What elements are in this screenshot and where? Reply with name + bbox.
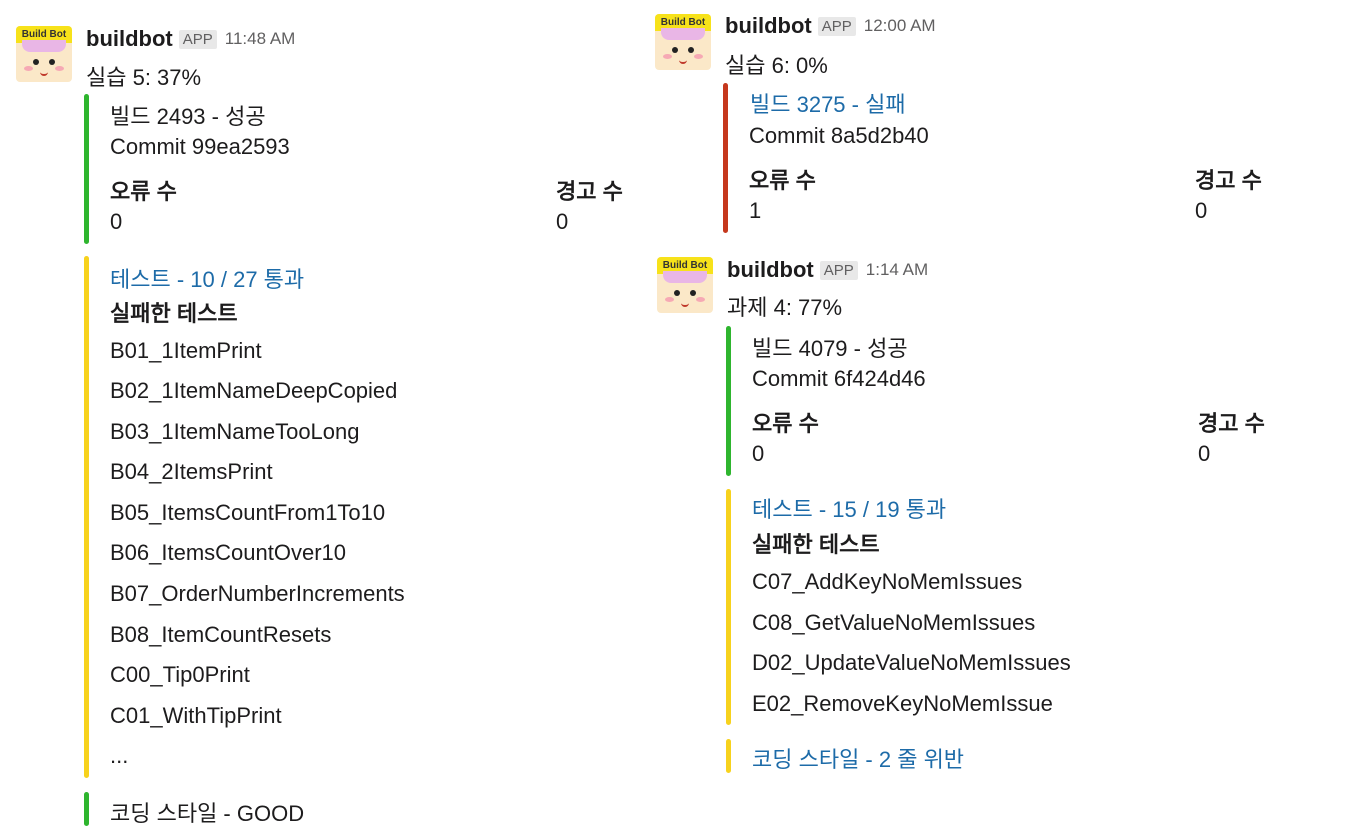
status-bar (726, 489, 731, 725)
errors-label: 오류 수 (752, 411, 819, 436)
app-badge: APP (819, 260, 858, 280)
build-attachment: 빌드 3275 - 실패 Commit 8a5d2b40 오류 수 1 경고 수… (723, 83, 1293, 233)
failed-test: D02_UpdateValueNoMemIssues (752, 650, 1071, 675)
tests-attachment: 테스트 - 10 / 27 통과 실패한 테스트 B01_1ItemPrint … (84, 256, 484, 778)
failed-test: C07_AddKeyNoMemIssues (752, 569, 1023, 594)
failed-test: B07_OrderNumberIncrements (110, 581, 405, 606)
failed-test: B06_ItemsCountOver10 (110, 540, 347, 565)
build-title: 빌드 2493 - 성공 (110, 104, 266, 129)
status-bar (726, 739, 731, 773)
message-summary: 실습 5: 37% (86, 65, 202, 90)
build-title: 빌드 4079 - 성공 (752, 336, 908, 361)
failed-test-ellipsis: ... (110, 743, 129, 768)
failed-test: C00_Tip0Print (110, 662, 250, 687)
errors-label: 오류 수 (749, 168, 816, 193)
buildbot-avatar[interactable]: Build Bot (655, 14, 711, 70)
failed-tests-label: 실패한 테스트 (110, 301, 238, 326)
status-bar (723, 83, 728, 233)
status-bar (84, 94, 89, 244)
warnings-label: 경고 수 (1198, 411, 1265, 436)
commit-hash: Commit 8a5d2b40 (749, 123, 929, 148)
failed-test: E02_RemoveKeyNoMemIssue (752, 691, 1053, 716)
errors-value: 0 (752, 441, 765, 466)
failed-test: C01_WithTipPrint (110, 703, 282, 728)
app-badge: APP (817, 16, 856, 36)
timestamp[interactable]: 12:00 AM (864, 16, 936, 35)
style-title-link[interactable]: 코딩 스타일 - 2 줄 위반 (752, 742, 964, 774)
style-attachment: 코딩 스타일 - 2 줄 위반 (726, 739, 1126, 773)
failed-tests-label: 실패한 테스트 (752, 532, 880, 557)
buildbot-avatar[interactable]: Build Bot (657, 257, 713, 313)
warnings-label: 경고 수 (556, 179, 623, 204)
failed-test: B01_1ItemPrint (110, 338, 262, 363)
warnings-label: 경고 수 (1195, 168, 1262, 193)
buildbot-avatar[interactable]: Build Bot (16, 26, 72, 82)
failed-test: B05_ItemsCountFrom1To10 (110, 500, 386, 525)
failed-test: B08_ItemCountResets (110, 622, 332, 647)
tests-title-link[interactable]: 테스트 - 15 / 19 통과 (752, 492, 946, 524)
status-bar (726, 326, 731, 476)
commit-hash: Commit 6f424d46 (752, 366, 926, 391)
message-summary: 실습 6: 0% (725, 53, 828, 78)
errors-value: 0 (110, 209, 123, 234)
warnings-value: 0 (1198, 441, 1211, 466)
style-attachment: 코딩 스타일 - GOOD (84, 792, 484, 826)
errors-value: 1 (749, 198, 762, 223)
commit-hash: Commit 99ea2593 (110, 134, 290, 159)
bot-name[interactable]: buildbot (86, 26, 173, 51)
failed-test: B03_1ItemNameTooLong (110, 419, 360, 444)
app-badge: APP (178, 29, 217, 49)
build-attachment: 빌드 2493 - 성공 Commit 99ea2593 오류 수 0 경고 수… (84, 94, 654, 244)
warnings-value: 0 (1195, 198, 1208, 223)
status-bar (84, 792, 89, 826)
bot-name[interactable]: buildbot (725, 13, 812, 38)
failed-test: C08_GetValueNoMemIssues (752, 610, 1036, 635)
build-attachment: 빌드 4079 - 성공 Commit 6f424d46 오류 수 0 경고 수… (726, 326, 1296, 476)
timestamp[interactable]: 11:48 AM (225, 29, 296, 48)
status-bar (84, 256, 89, 778)
timestamp[interactable]: 1:14 AM (866, 260, 928, 279)
style-title: 코딩 스타일 - GOOD (110, 801, 305, 826)
bot-name[interactable]: buildbot (727, 257, 814, 282)
errors-label: 오류 수 (110, 179, 177, 204)
failed-test: B04_2ItemsPrint (110, 459, 273, 484)
warnings-value: 0 (556, 209, 569, 234)
failed-test: B02_1ItemNameDeepCopied (110, 378, 398, 403)
tests-attachment: 테스트 - 15 / 19 통과 실패한 테스트 C07_AddKeyNoMem… (726, 489, 1126, 725)
message-summary: 과제 4: 77% (727, 295, 843, 320)
tests-title-link[interactable]: 테스트 - 10 / 27 통과 (110, 262, 304, 294)
build-title-link[interactable]: 빌드 3275 - 실패 (750, 87, 906, 119)
